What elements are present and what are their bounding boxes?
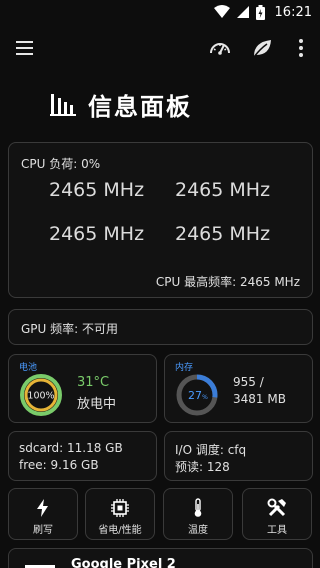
tools-label: 工具	[267, 525, 287, 536]
app-toolbar	[0, 30, 320, 66]
thermometer-icon	[194, 498, 202, 517]
device-name: Google Pixel 2	[71, 557, 176, 568]
temperature-label: 温度	[188, 525, 208, 536]
memory-percent-suffix: %	[202, 394, 208, 401]
power-performance-label: 省电/性能	[98, 525, 142, 536]
cpu-load-label: CPU 负荷: 0%	[21, 157, 101, 171]
menu-icon[interactable]	[14, 37, 36, 59]
cpu-core-frequency: 2465 MHz	[175, 179, 271, 201]
battery-level-ring: 100%	[20, 374, 62, 416]
tools-icon	[267, 498, 286, 517]
page-title: 信息面板	[88, 92, 192, 121]
cpu-core-frequency: 2465 MHz	[49, 223, 145, 245]
battery-title: 电池	[19, 363, 38, 373]
memory-card[interactable]: 内存 27 % 955 / 3481 MB	[164, 354, 313, 423]
power-performance-button[interactable]: 省电/性能	[85, 488, 155, 540]
sdcard-free: free: 9.16 GB	[19, 458, 99, 472]
cpu-chip-icon	[111, 499, 129, 517]
memory-percent-text: 27	[188, 389, 202, 402]
flash-icon	[37, 499, 48, 517]
io-scheduler: I/O 调度: cfq	[175, 443, 247, 457]
battery-temperature: 31°C	[77, 375, 110, 390]
status-bar: 16:21	[0, 0, 320, 24]
tools-button[interactable]: 工具	[242, 488, 312, 540]
gpu-frequency-label: GPU 频率: 不可用	[21, 322, 118, 336]
speedometer-icon[interactable]	[208, 36, 232, 60]
battery-level-text: 100%	[27, 391, 54, 402]
device-logo-icon	[25, 565, 55, 568]
storage-card: sdcard: 11.18 GB free: 9.16 GB	[8, 431, 157, 481]
gpu-card: GPU 频率: 不可用	[8, 309, 313, 345]
page-header: 信息面板	[50, 86, 192, 122]
memory-total: 3481 MB	[233, 392, 286, 406]
cpu-core-frequency: 2465 MHz	[49, 179, 145, 201]
flash-button[interactable]: 刷写	[8, 488, 78, 540]
cpu-core-frequency: 2465 MHz	[175, 223, 271, 245]
flash-button-label: 刷写	[33, 525, 53, 536]
device-card: Google Pixel 2	[8, 548, 313, 568]
sdcard-size: sdcard: 11.18 GB	[19, 441, 123, 455]
memory-title: 内存	[175, 363, 194, 373]
wifi-icon	[213, 5, 230, 18]
cpu-max-frequency: CPU 最高频率: 2465 MHz	[155, 275, 300, 289]
memory-used: 955 /	[233, 375, 264, 389]
io-readahead: 预读: 128	[175, 460, 230, 474]
more-vert-icon[interactable]	[292, 36, 310, 60]
memory-usage-ring: 27 %	[176, 374, 218, 416]
battery-state: 放电中	[77, 397, 117, 412]
cpu-card: CPU 负荷: 0% 2465 MHz 2465 MHz 2465 MHz 24…	[8, 142, 313, 298]
clock: 16:21	[274, 4, 312, 20]
battery-icon	[255, 4, 265, 20]
io-card: I/O 调度: cfq 预读: 128	[164, 431, 313, 481]
signal-icon	[236, 6, 249, 18]
battery-card[interactable]: 电池 100% 31°C 放电中	[8, 354, 157, 423]
leaf-icon[interactable]	[250, 36, 274, 60]
temperature-button[interactable]: 温度	[163, 488, 233, 540]
bar-chart-icon	[50, 94, 76, 116]
